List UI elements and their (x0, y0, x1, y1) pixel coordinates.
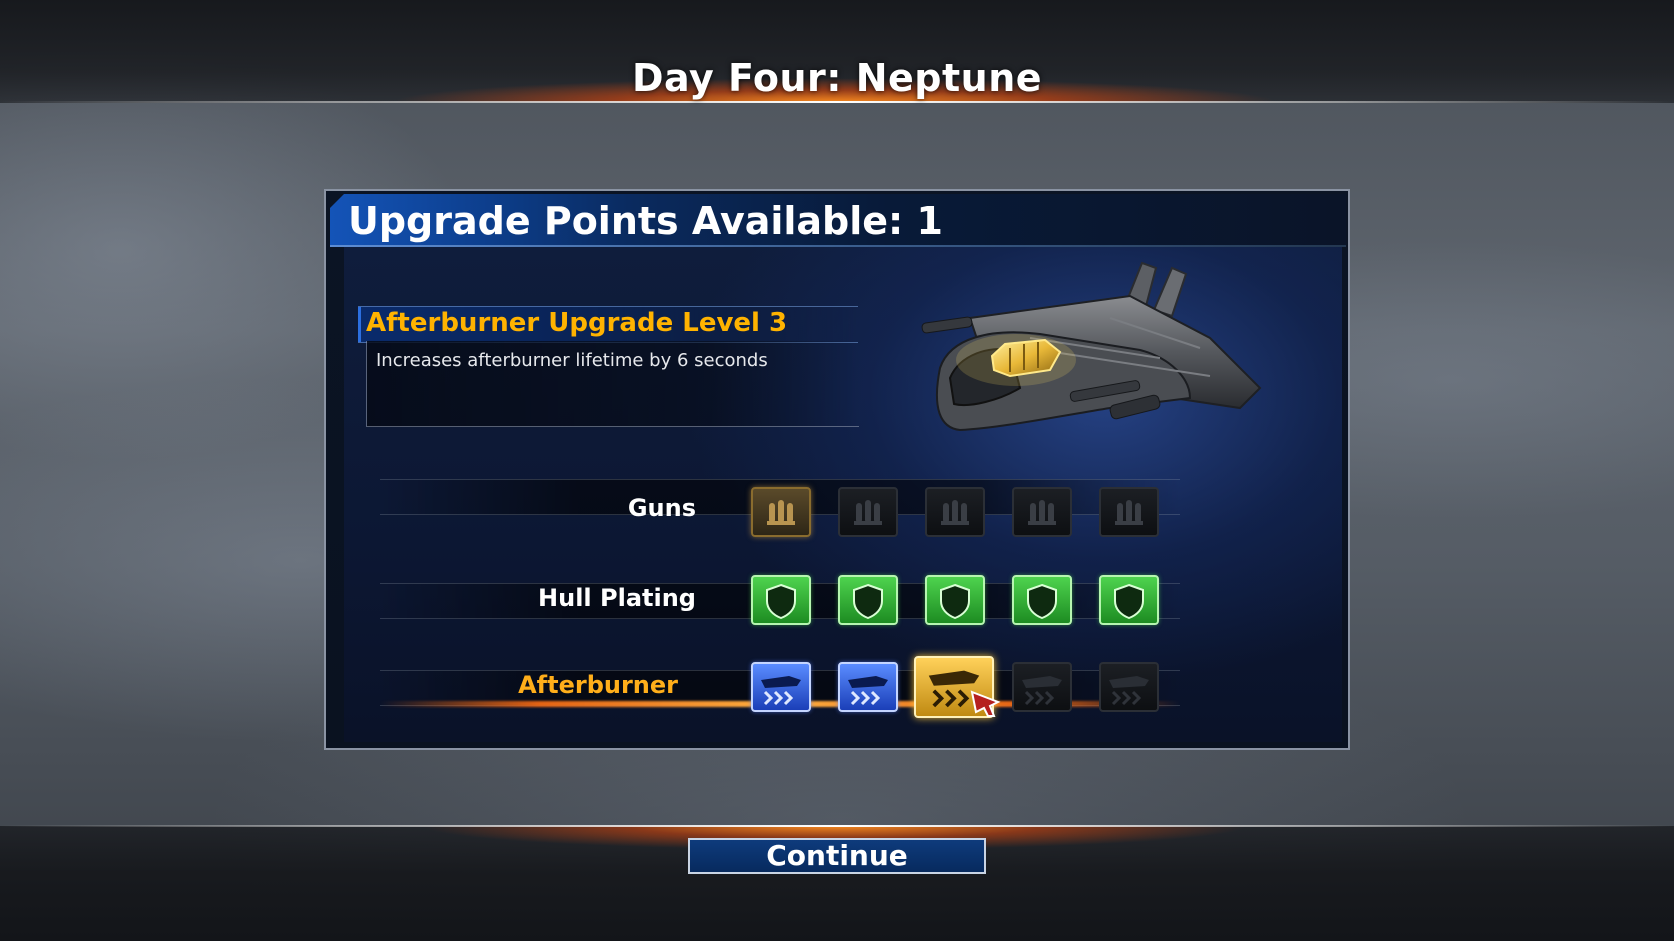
mouse-cursor-icon (970, 690, 1001, 717)
guns-slot-1[interactable] (751, 487, 811, 537)
bullets-icon (941, 500, 969, 525)
shield-icon (1027, 583, 1057, 620)
info-description: Increases afterburner lifetime by 6 seco… (376, 350, 768, 371)
guns-slot-4[interactable] (1012, 487, 1072, 537)
hull-label: Hull Plating (538, 584, 696, 612)
bullets-icon (767, 500, 795, 525)
info-title: Afterburner Upgrade Level 3 (366, 308, 788, 338)
bullets-icon (854, 500, 882, 525)
afterburner-slot-1[interactable] (751, 662, 811, 712)
shield-icon (853, 583, 883, 620)
afterburner-icon (848, 676, 888, 706)
guns-label: Guns (627, 494, 696, 522)
guns-slot-3[interactable] (925, 487, 985, 537)
afterburner-icon (1022, 676, 1062, 706)
ship-illustration (921, 261, 1262, 432)
shield-icon (766, 583, 796, 620)
bullets-icon (1115, 500, 1143, 525)
bullets-icon (1028, 500, 1056, 525)
afterburner-slot-4[interactable] (1012, 662, 1072, 712)
bottom-divider (0, 825, 1674, 827)
top-divider (0, 101, 1674, 103)
hull-slot-4[interactable] (1012, 575, 1072, 625)
shield-icon (1114, 583, 1144, 620)
afterburner-slot-5[interactable] (1099, 662, 1159, 712)
hull-slot-5[interactable] (1099, 575, 1159, 625)
hull-slot-1[interactable] (751, 575, 811, 625)
guns-slot-2[interactable] (838, 487, 898, 537)
hull-slot-2[interactable] (838, 575, 898, 625)
afterburner-icon (761, 676, 801, 706)
guns-slot-5[interactable] (1099, 487, 1159, 537)
afterburner-icon (1109, 676, 1149, 706)
afterburner-slot-2[interactable] (838, 662, 898, 712)
afterburner-label: Afterburner (518, 671, 678, 699)
hull-slot-3[interactable] (925, 575, 985, 625)
continue-button[interactable]: Continue (688, 838, 986, 874)
upgrade-points-available: Upgrade Points Available: 1 (348, 199, 943, 243)
mission-title: Day Four: Neptune (631, 56, 1043, 100)
shield-icon (940, 583, 970, 620)
